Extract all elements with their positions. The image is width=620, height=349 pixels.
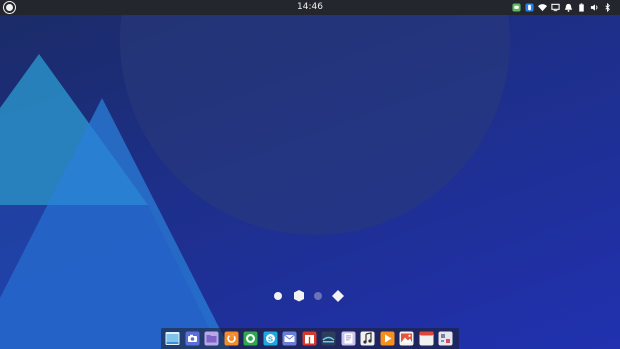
dock-item-text-editor[interactable] [341, 331, 356, 346]
system-tray [509, 2, 620, 13]
app-menu-icon[interactable] [3, 1, 16, 14]
terminal-icon [321, 331, 336, 346]
workspace-switcher [270, 288, 350, 304]
dock-item-terminal[interactable] [321, 331, 336, 346]
dock-item-files[interactable] [204, 331, 219, 346]
clock[interactable]: 14:46 [290, 1, 330, 14]
dock-item-mail[interactable] [282, 331, 297, 346]
dock: S [161, 328, 459, 349]
top-panel: 14:46 [0, 0, 620, 15]
camera-icon [185, 331, 199, 346]
volume-icon[interactable] [589, 2, 600, 13]
mail-icon [282, 331, 297, 346]
workspace-2-indicator[interactable] [294, 290, 304, 302]
desktop[interactable]: 14:46 S [0, 0, 620, 349]
messenger-icon[interactable] [511, 2, 522, 13]
workspace-4-indicator[interactable] [332, 290, 344, 302]
music-note-icon [360, 331, 375, 346]
monitor-icon[interactable] [550, 2, 561, 13]
dock-item-music[interactable] [360, 331, 375, 346]
wifi-icon[interactable] [537, 2, 548, 13]
folder-window-icon [165, 332, 180, 345]
calendar-icon [419, 331, 433, 346]
notifications-icon[interactable] [563, 2, 574, 13]
dock-item-file-manager[interactable] [165, 331, 180, 346]
bluetooth-icon[interactable] [602, 2, 613, 13]
folder-icon [204, 331, 219, 346]
settings-icon [438, 331, 453, 346]
battery-icon[interactable] [576, 2, 587, 13]
dock-item-app-center[interactable] [302, 331, 317, 346]
dropbox-icon[interactable] [524, 2, 535, 13]
dock-item-browser[interactable] [243, 331, 258, 346]
gift-icon [302, 331, 316, 346]
dock-item-screenshot[interactable] [185, 331, 200, 346]
workspace-3-indicator[interactable] [314, 292, 322, 300]
dock-item-settings[interactable] [438, 331, 453, 346]
workspace-1-indicator[interactable] [274, 292, 282, 300]
skype-icon: S [263, 331, 277, 346]
dock-item-skype[interactable]: S [263, 331, 278, 346]
play-icon [380, 331, 394, 346]
dock-item-photos[interactable] [399, 331, 414, 346]
photo-icon [399, 331, 414, 346]
document-icon [341, 331, 355, 346]
chrome-icon [243, 331, 258, 346]
svg-text:S: S [267, 334, 272, 343]
dock-item-video[interactable] [380, 331, 395, 346]
dock-item-calendar[interactable] [419, 331, 434, 346]
firefox-icon [224, 331, 238, 346]
dock-item-firefox[interactable] [224, 331, 239, 346]
